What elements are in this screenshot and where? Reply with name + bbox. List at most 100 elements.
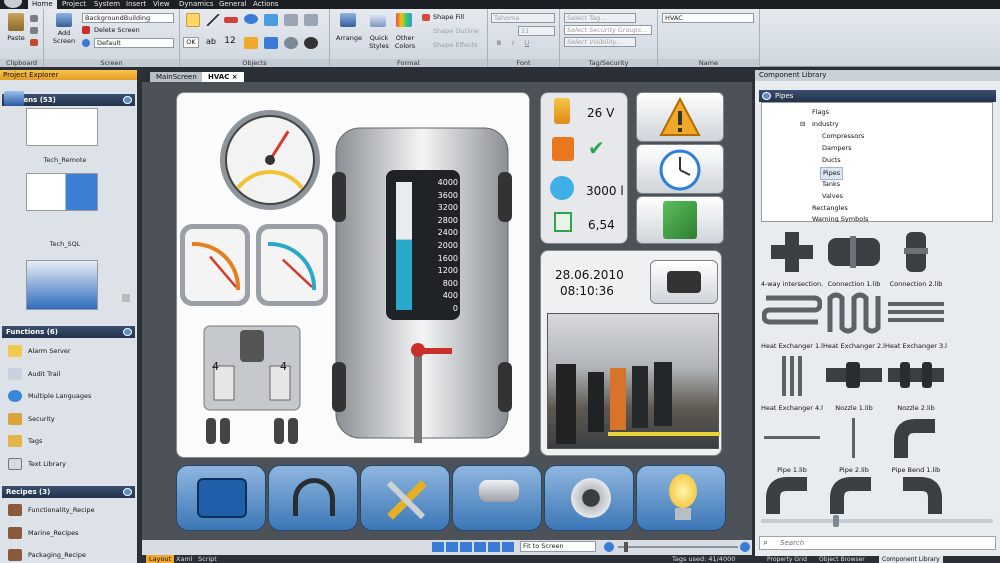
tab-mainscreen[interactable]: MainScreen bbox=[150, 72, 203, 82]
tree-item-flags[interactable]: Flags bbox=[812, 107, 829, 118]
copy-icon[interactable] bbox=[30, 27, 38, 34]
bold-button[interactable]: B bbox=[494, 39, 504, 47]
zoom-slider-thumb[interactable] bbox=[624, 542, 628, 552]
recipe-item[interactable]: Marine_Recipes bbox=[8, 525, 79, 541]
menu-system[interactable]: System bbox=[94, 0, 120, 9]
tab-object-browser[interactable]: Object Browser bbox=[819, 556, 865, 563]
alarm-button[interactable] bbox=[636, 92, 724, 142]
collapse-icon[interactable] bbox=[762, 92, 771, 100]
valve-assembly[interactable] bbox=[203, 325, 301, 444]
function-audit-trail[interactable]: Audit Trail bbox=[8, 366, 60, 382]
more-components-row[interactable] bbox=[763, 474, 993, 514]
arrange-button[interactable]: Arrange bbox=[332, 34, 366, 42]
menu-project[interactable]: Project bbox=[62, 0, 86, 9]
maintenance-button[interactable] bbox=[636, 196, 724, 244]
delete-screen-button[interactable]: Delete Screen bbox=[94, 26, 140, 34]
tree-item-ducts[interactable]: Ducts bbox=[822, 155, 841, 166]
recipe-item[interactable]: Functionality_Recipe bbox=[8, 502, 95, 518]
screen-thumbnail[interactable] bbox=[26, 260, 98, 310]
recipes-header[interactable]: Recipes (3) bbox=[2, 486, 135, 498]
tab-layout[interactable]: Layout bbox=[146, 555, 175, 563]
view-icon[interactable] bbox=[460, 542, 472, 552]
function-text-library[interactable]: Text Library bbox=[8, 456, 66, 472]
collapse-icon[interactable] bbox=[123, 96, 132, 104]
view-icon[interactable] bbox=[432, 542, 444, 552]
function-security[interactable]: Security bbox=[8, 411, 55, 427]
function-tags[interactable]: Tags bbox=[8, 433, 42, 449]
shape-effects-button[interactable]: Shape Effects bbox=[433, 41, 478, 49]
tools-button[interactable] bbox=[360, 465, 450, 531]
gauge-tool-icon[interactable] bbox=[284, 37, 298, 49]
menu-view[interactable]: View bbox=[153, 0, 170, 9]
screen-thumbnail[interactable] bbox=[26, 173, 98, 211]
tree-item-compressors[interactable]: Compressors bbox=[822, 131, 864, 142]
select-tag-field[interactable]: Select Tag... bbox=[564, 13, 636, 23]
scrollbar-thumb[interactable] bbox=[122, 294, 130, 302]
collapse-icon[interactable] bbox=[123, 488, 132, 496]
camera-button[interactable] bbox=[650, 260, 718, 304]
tab-component-library[interactable]: Component Library bbox=[879, 556, 943, 563]
speaker-button[interactable] bbox=[544, 465, 634, 531]
view-icon[interactable] bbox=[502, 542, 514, 552]
tab-property-grid[interactable]: Property Grid bbox=[767, 556, 807, 563]
underline-button[interactable]: U bbox=[522, 39, 532, 47]
component-pipe-bend-1[interactable]: Pipe Bend 1.lib bbox=[881, 416, 951, 474]
menu-actions[interactable]: Actions bbox=[253, 0, 279, 9]
other-colors-button[interactable]: Other Colors bbox=[392, 34, 418, 50]
tree-item-industry[interactable]: Industry bbox=[812, 119, 839, 130]
italic-button[interactable]: I bbox=[508, 39, 518, 47]
zoom-in-icon[interactable] bbox=[740, 542, 750, 552]
tree-item-dampers[interactable]: Dampers bbox=[822, 143, 852, 154]
screen-label-tech-sql[interactable]: Tech_SQL bbox=[0, 240, 130, 248]
tree-item-tanks[interactable]: Tanks bbox=[822, 179, 840, 190]
view-icon[interactable] bbox=[474, 542, 486, 552]
tree-expander-icon[interactable]: ⊟ bbox=[800, 119, 805, 130]
security-groups-field[interactable]: Select Security Groups... bbox=[564, 25, 652, 35]
rectangle-tool-icon[interactable] bbox=[224, 17, 238, 23]
component-nozzle-2[interactable]: Nozzle 2.lib bbox=[881, 354, 951, 412]
left-small-gauge[interactable] bbox=[180, 224, 250, 306]
symbol-tool-icon[interactable] bbox=[244, 37, 258, 49]
background-screen-select[interactable]: BackgroundBuilding bbox=[82, 13, 174, 23]
functions-header[interactable]: Functions (6) bbox=[2, 326, 135, 338]
shape-outline-button[interactable]: Shape Outline bbox=[433, 27, 479, 35]
format-painter-icon[interactable] bbox=[30, 39, 38, 46]
application-orb[interactable] bbox=[4, 0, 22, 8]
component-connection-2[interactable]: Connection 2.lib bbox=[881, 230, 951, 288]
clock-button[interactable] bbox=[636, 144, 724, 194]
line-tool-icon[interactable] bbox=[206, 14, 220, 26]
screen-thumbnail[interactable] bbox=[26, 108, 98, 146]
water-tap-button[interactable] bbox=[452, 465, 542, 531]
button-tool[interactable]: OK bbox=[183, 37, 199, 48]
polyline-tool-icon[interactable] bbox=[264, 14, 278, 26]
headset-button[interactable] bbox=[268, 465, 358, 531]
font-name-select[interactable]: Tahoma bbox=[491, 13, 555, 23]
function-alarm-server[interactable]: Alarm Server bbox=[8, 343, 71, 359]
menu-dynamics[interactable]: Dynamics bbox=[179, 0, 214, 9]
close-icon[interactable]: × bbox=[232, 73, 238, 81]
tab-xaml[interactable]: Xaml bbox=[176, 555, 193, 563]
theme-select[interactable]: Default bbox=[94, 38, 174, 48]
ellipse-tool-icon[interactable] bbox=[244, 14, 258, 24]
quick-styles-button[interactable]: Quick Styles bbox=[366, 34, 392, 50]
tree-item-valves[interactable]: Valves bbox=[822, 191, 843, 202]
visibility-field[interactable]: Select Visibility... bbox=[564, 37, 636, 47]
add-screen-button[interactable]: Add Screen bbox=[46, 29, 82, 45]
recipe-item[interactable]: Packaging_Recipe bbox=[8, 547, 86, 563]
search-input[interactable] bbox=[780, 538, 990, 548]
trend-tool-icon[interactable] bbox=[264, 37, 278, 49]
text-tool[interactable]: ab bbox=[204, 37, 218, 46]
tree-item-warning-symbols[interactable]: Warning Symbols bbox=[812, 214, 868, 222]
zoom-slider-track[interactable] bbox=[761, 519, 993, 523]
function-multiple-languages[interactable]: Multiple Languages bbox=[8, 388, 91, 404]
light-button[interactable] bbox=[636, 465, 726, 531]
right-small-gauge[interactable] bbox=[256, 224, 328, 306]
large-gauge[interactable] bbox=[220, 110, 320, 210]
zoom-out-icon[interactable] bbox=[604, 542, 614, 552]
menu-home[interactable]: Home bbox=[28, 0, 57, 9]
cut-icon[interactable] bbox=[30, 15, 38, 22]
tab-hvac[interactable]: HVAC × bbox=[202, 72, 244, 82]
font-size-select[interactable]: 11 bbox=[518, 26, 555, 36]
collapse-icon[interactable] bbox=[123, 328, 132, 336]
tree-item-rectangles[interactable]: Rectangles bbox=[812, 203, 848, 214]
